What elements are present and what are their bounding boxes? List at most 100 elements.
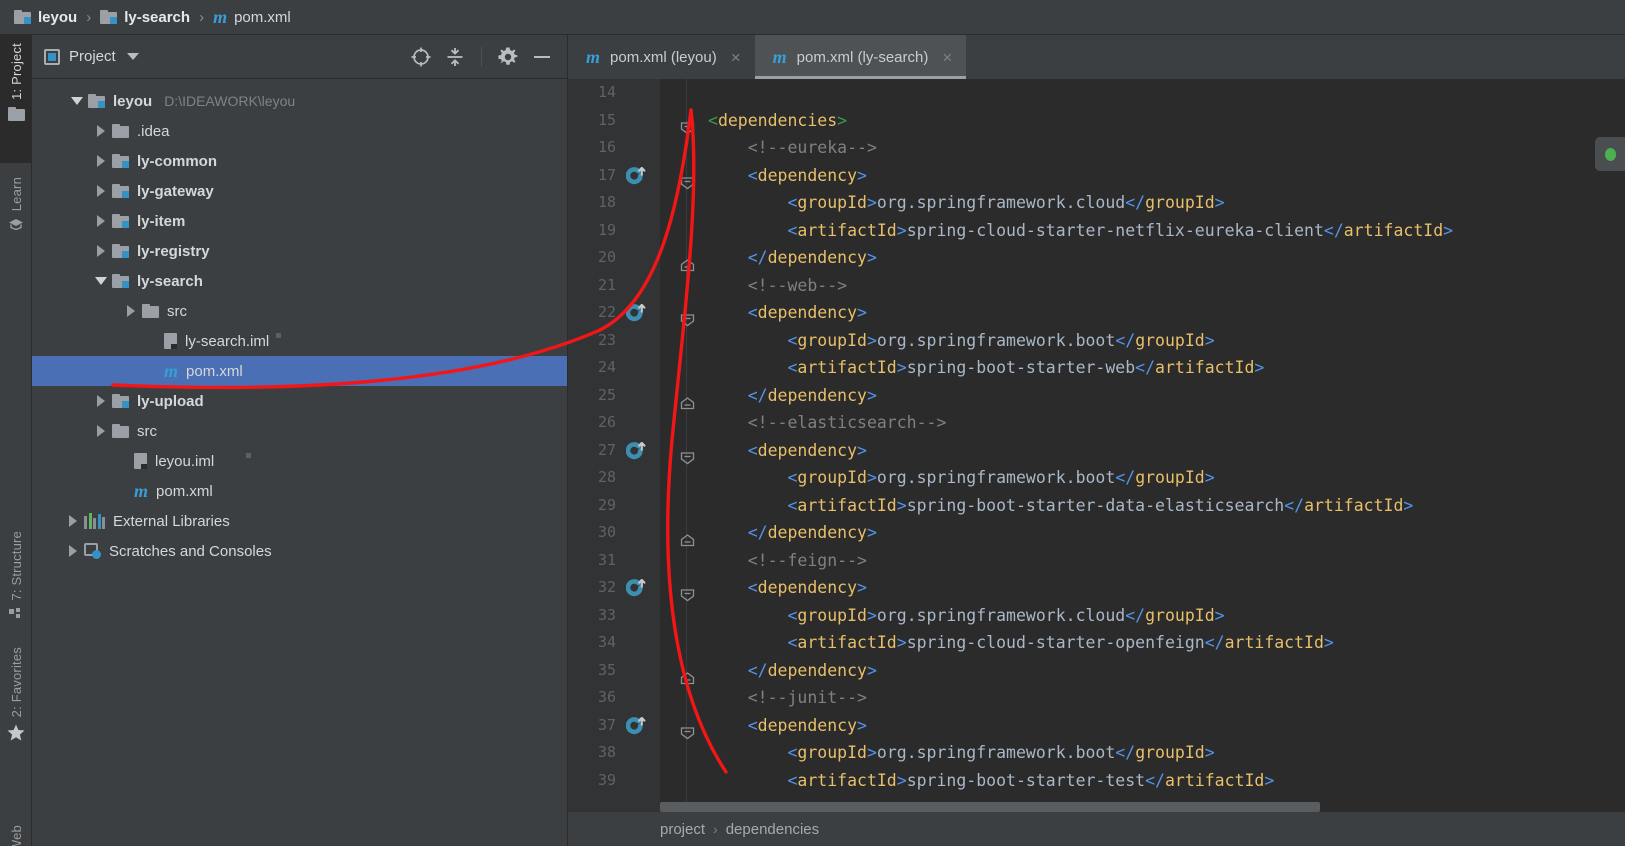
code-line[interactable]: 23 <groupId>org.springframework.boot</gr… bbox=[568, 327, 1625, 355]
gear-icon[interactable] bbox=[493, 42, 523, 72]
tree-node-ly-registry[interactable]: ly-registry bbox=[32, 236, 567, 266]
close-icon[interactable]: × bbox=[731, 49, 741, 66]
tree-node-pom-ly-search[interactable]: m pom.xml bbox=[32, 356, 567, 386]
tool-tab-favorites[interactable]: 2: Favorites bbox=[0, 641, 32, 769]
tree-node-ly-search[interactable]: ly-search bbox=[32, 266, 567, 296]
fold-region-end-icon[interactable] bbox=[680, 253, 695, 272]
locate-icon[interactable] bbox=[406, 42, 436, 72]
code-text: <artifactId>spring-cloud-starter-openfei… bbox=[708, 629, 1333, 657]
twisty-collapsed-icon[interactable] bbox=[90, 215, 112, 227]
twisty-expanded-icon[interactable] bbox=[90, 277, 112, 285]
twisty-collapsed-icon[interactable] bbox=[120, 305, 142, 317]
code-token: > bbox=[837, 110, 848, 130]
collapse-all-icon[interactable] bbox=[440, 42, 470, 72]
tool-tab-learn[interactable]: Learn bbox=[0, 171, 32, 275]
code-line[interactable]: 36 <!--junit--> bbox=[568, 684, 1625, 712]
code-line[interactable]: 39 <artifactId>spring-boot-starter-test<… bbox=[568, 767, 1625, 795]
twisty-collapsed-icon[interactable] bbox=[90, 245, 112, 257]
tree-node-ly-search-iml[interactable]: ly-search.iml bbox=[32, 326, 567, 356]
breadcrumb-item-leyou[interactable]: leyou bbox=[14, 0, 77, 35]
project-tree[interactable]: leyou D:\IDEAWORK\leyou .idea ly-common … bbox=[32, 80, 567, 846]
code-line[interactable]: 33 <groupId>org.springframework.cloud</g… bbox=[568, 602, 1625, 630]
code-token: < bbox=[708, 605, 798, 625]
code-line[interactable]: 14 bbox=[568, 79, 1625, 107]
breadcrumb-item-ly-search[interactable]: ly-search bbox=[100, 0, 190, 35]
twisty-collapsed-icon[interactable] bbox=[90, 125, 112, 137]
minimize-icon[interactable] bbox=[527, 42, 557, 72]
code-line[interactable]: 22 <dependency> bbox=[568, 299, 1625, 327]
code-line[interactable]: 27 <dependency> bbox=[568, 437, 1625, 465]
tree-node-src-root[interactable]: src bbox=[32, 416, 567, 446]
tree-node-src[interactable]: src bbox=[32, 296, 567, 326]
horizontal-scrollbar[interactable] bbox=[660, 802, 1320, 812]
tree-node-scratches[interactable]: Scratches and Consoles bbox=[32, 536, 567, 566]
breadcrumb-dependencies[interactable]: dependencies bbox=[726, 821, 819, 838]
inspection-status-widget[interactable] bbox=[1595, 137, 1625, 171]
code-line[interactable]: 30 </dependency> bbox=[568, 519, 1625, 547]
tree-node-ly-upload[interactable]: ly-upload bbox=[32, 386, 567, 416]
fold-region-end-icon[interactable] bbox=[680, 391, 695, 409]
line-number: 26 bbox=[597, 413, 616, 431]
code-line[interactable]: 21 <!--web--> bbox=[568, 272, 1625, 300]
fold-region-end-icon[interactable] bbox=[680, 666, 695, 684]
tool-tab-project[interactable]: 1: Project bbox=[0, 35, 32, 163]
breadcrumb-project[interactable]: project bbox=[660, 821, 705, 838]
line-number: 34 bbox=[597, 633, 616, 651]
code-line[interactable]: 31 <!--feign--> bbox=[568, 547, 1625, 575]
code-line[interactable]: 25 </dependency> bbox=[568, 382, 1625, 410]
twisty-collapsed-icon[interactable] bbox=[62, 545, 84, 557]
tool-tab-structure[interactable]: 7: Structure bbox=[0, 525, 32, 633]
tree-node-ly-item[interactable]: ly-item bbox=[32, 206, 567, 236]
twisty-collapsed-icon[interactable] bbox=[90, 425, 112, 437]
fold-region-start-icon[interactable] bbox=[680, 116, 695, 134]
twisty-expanded-icon[interactable] bbox=[66, 97, 88, 105]
editor-tab-pom-ly-search[interactable]: m pom.xml (ly-search) × bbox=[754, 35, 967, 79]
fold-region-start-icon[interactable] bbox=[680, 583, 695, 602]
fold-region-end-icon[interactable] bbox=[680, 528, 695, 547]
tree-node-label: ly-search bbox=[137, 272, 203, 290]
code-line[interactable]: 37 <dependency> bbox=[568, 712, 1625, 740]
code-line[interactable]: 28 <groupId>org.springframework.boot</gr… bbox=[568, 464, 1625, 492]
close-icon[interactable]: × bbox=[942, 49, 952, 66]
twisty-collapsed-icon[interactable] bbox=[62, 515, 84, 527]
tree-node-leyou-iml[interactable]: leyou.iml bbox=[32, 446, 567, 476]
tree-node-leyou[interactable]: leyou D:\IDEAWORK\leyou bbox=[32, 86, 567, 116]
fold-region-start-icon[interactable] bbox=[680, 308, 695, 327]
code-token: > bbox=[896, 633, 907, 652]
code-line[interactable]: 18 <groupId>org.springframework.cloud</g… bbox=[568, 189, 1625, 217]
tool-tab-web[interactable]: Web bbox=[0, 825, 32, 846]
fold-region-start-icon[interactable] bbox=[680, 721, 695, 739]
tree-node-external-libraries[interactable]: External Libraries bbox=[32, 506, 567, 536]
code-line[interactable]: 38 <groupId>org.springframework.boot</gr… bbox=[568, 739, 1625, 767]
fold-region-start-icon[interactable] bbox=[680, 171, 695, 189]
tree-node-pom-leyou[interactable]: m pom.xml bbox=[32, 476, 567, 506]
code-text: <dependency> bbox=[708, 299, 867, 327]
code-token: <!--junit--> bbox=[708, 688, 867, 707]
code-line[interactable]: 19 <artifactId>spring-cloud-starter-netf… bbox=[568, 217, 1625, 245]
code-line[interactable]: 17 <dependency> bbox=[568, 162, 1625, 190]
code-content[interactable]: 14 15 <dependencies> 16 <!--eureka--> 17 <de… bbox=[568, 79, 1625, 812]
folder-icon bbox=[7, 106, 25, 121]
code-line[interactable]: 34 <artifactId>spring-cloud-starter-open… bbox=[568, 629, 1625, 657]
twisty-collapsed-icon[interactable] bbox=[90, 185, 112, 197]
fold-region-start-icon[interactable] bbox=[680, 446, 695, 464]
tree-node-idea[interactable]: .idea bbox=[32, 116, 567, 146]
code-line[interactable]: 16 <!--eureka--> bbox=[568, 134, 1625, 162]
code-editor[interactable]: 14 15 <dependencies> 16 <!--eureka--> 17 <de… bbox=[568, 79, 1625, 812]
line-number: 33 bbox=[597, 605, 616, 624]
code-line[interactable]: 20 </dependency> bbox=[568, 244, 1625, 272]
chevron-down-icon[interactable] bbox=[126, 53, 139, 60]
code-line[interactable]: 29 <artifactId>spring-boot-starter-data-… bbox=[568, 492, 1625, 520]
code-line[interactable]: 26 <!--elasticsearch--> bbox=[568, 409, 1625, 437]
code-line[interactable]: 24 <artifactId>spring-boot-starter-web</… bbox=[568, 354, 1625, 382]
code-line[interactable]: 32 <dependency> bbox=[568, 574, 1625, 602]
tree-node-ly-gateway[interactable]: ly-gateway bbox=[32, 176, 567, 206]
code-line[interactable]: 35 </dependency> bbox=[568, 657, 1625, 685]
tree-node-ly-common[interactable]: ly-common bbox=[32, 146, 567, 176]
code-line[interactable]: 15 <dependencies> bbox=[568, 107, 1625, 135]
twisty-collapsed-icon[interactable] bbox=[90, 395, 112, 407]
editor-tab-label: pom.xml (leyou) bbox=[610, 48, 717, 66]
twisty-collapsed-icon[interactable] bbox=[90, 155, 112, 167]
breadcrumb-item-pom[interactable]: m pom.xml bbox=[213, 0, 291, 35]
editor-tab-pom-leyou[interactable]: m pom.xml (leyou) × bbox=[568, 35, 755, 79]
